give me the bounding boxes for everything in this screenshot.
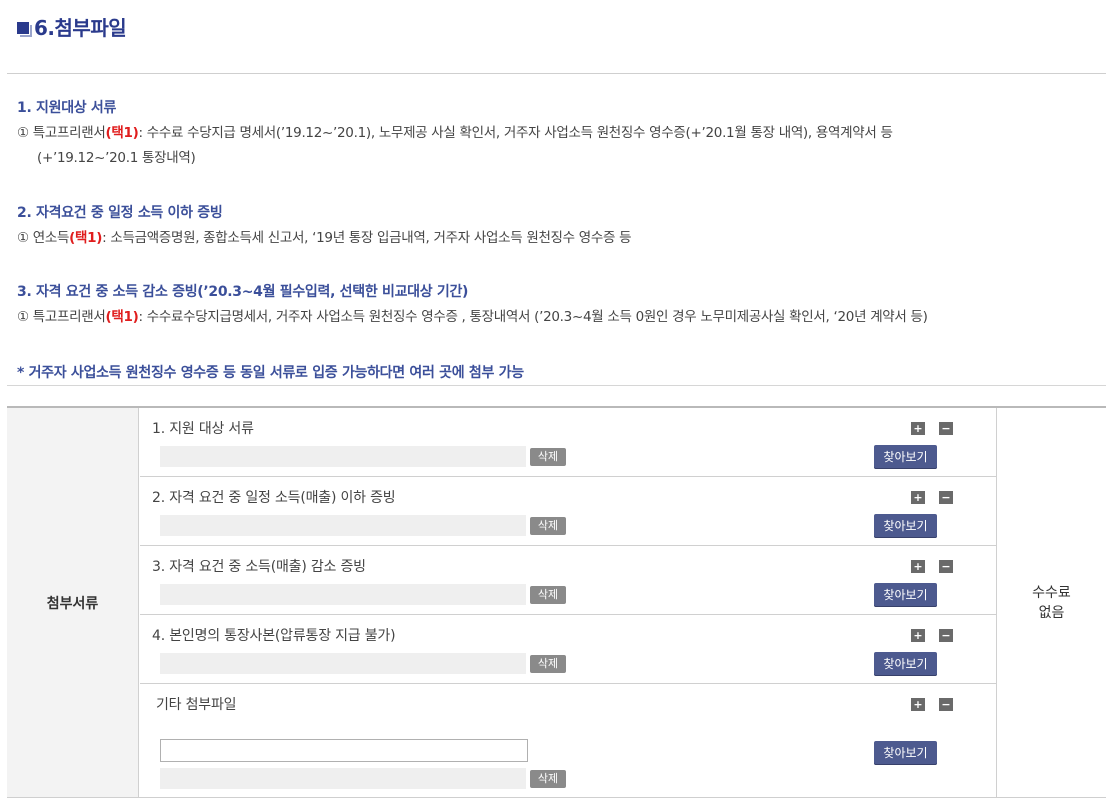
section-2: 2. 자격요건 중 일정 소득 이하 증빙 ① 연소득(택1): 소득금액증명원…: [17, 201, 632, 251]
choose-one-badge: (택1): [69, 230, 103, 246]
fee-label: 수수료: [1032, 584, 1071, 601]
delete-button[interactable]: 삭제: [530, 586, 566, 604]
section-continuation: (+’19.12~’20.1 통장내역): [37, 150, 196, 166]
remove-file-minus-icon[interactable]: −: [939, 698, 953, 711]
section-prefix: ① 특고프리랜서: [17, 125, 106, 141]
section-line: ① 특고프리랜서(택1): 수수료 수당지급 명세서(’19.12~’20.1)…: [17, 121, 893, 146]
add-file-plus-icon[interactable]: +: [911, 491, 925, 504]
attachment-row-1: 1. 지원 대상 서류 + − 삭제 찾아보기: [140, 408, 996, 477]
fee-value: 없음: [1038, 604, 1065, 621]
page-title: 6.첨부파일: [34, 16, 127, 40]
fee-cell: 수수료 없음: [996, 408, 1106, 797]
section-prefix: ① 특고프리랜서: [17, 309, 106, 325]
delete-button[interactable]: 삭제: [530, 655, 566, 673]
attachment-table: 첨부서류 1. 지원 대상 서류 + − 삭제 찾아보기 2. 자격 요건 중 …: [7, 406, 1106, 798]
add-file-plus-icon[interactable]: +: [911, 629, 925, 642]
section-text: : 수수료수당지급명세서, 거주자 사업소득 원천징수 영수증 , 통장내역서 …: [138, 309, 928, 325]
remove-file-minus-icon[interactable]: −: [939, 560, 953, 573]
section-text: : 수수료 수당지급 명세서(’19.12~’20.1), 노무제공 사실 확인…: [138, 125, 893, 141]
divider: [7, 385, 1106, 386]
row-label: 1. 지원 대상 서류: [152, 421, 254, 437]
divider: [7, 73, 1106, 74]
delete-button[interactable]: 삭제: [530, 517, 566, 535]
file-display-field: [160, 653, 526, 674]
file-display-field: [160, 768, 526, 789]
file-display-field: [160, 584, 526, 605]
browse-button[interactable]: 찾아보기: [874, 583, 937, 607]
row-label: 2. 자격 요건 중 일정 소득(매출) 이하 증빙: [152, 490, 396, 506]
row-label: 3. 자격 요건 중 소득(매출) 감소 증빙: [152, 559, 366, 575]
section-heading: 3. 자격 요건 중 소득 감소 증빙(’20.3~4월 필수입력, 선택한 비…: [17, 284, 469, 300]
choose-one-badge: (택1): [105, 125, 139, 141]
note-text: * 거주자 사업소득 원천징수 영수증 등 동일 서류로 입증 가능하다면 여러…: [17, 365, 524, 381]
attachment-header-cell: 첨부서류: [7, 408, 139, 797]
section-line: ① 연소득(택1): 소득금액증명원, 종합소득세 신고서, ‘19년 통장 입…: [17, 226, 632, 251]
row-label: 기타 첨부파일: [156, 697, 237, 713]
square-bullet-icon: [17, 21, 32, 37]
choose-one-badge: (택1): [105, 309, 139, 325]
section-heading: 2. 자격요건 중 일정 소득 이하 증빙: [17, 205, 223, 221]
file-display-field: [160, 515, 526, 536]
remove-file-minus-icon[interactable]: −: [939, 629, 953, 642]
delete-button[interactable]: 삭제: [530, 448, 566, 466]
attachment-row-4: 4. 본인명의 통장사본(압류통장 지급 불가) + − 삭제 찾아보기: [140, 615, 996, 684]
browse-button[interactable]: 찾아보기: [874, 514, 937, 538]
remove-file-minus-icon[interactable]: −: [939, 422, 953, 435]
attachment-row-2: 2. 자격 요건 중 일정 소득(매출) 이하 증빙 + − 삭제 찾아보기: [140, 477, 996, 546]
section-line: ① 특고프리랜서(택1): 수수료수당지급명세서, 거주자 사업소득 원천징수 …: [17, 305, 928, 330]
attachment-row-other: 기타 첨부파일 + − 찾아보기 삭제: [140, 684, 996, 797]
page-title-wrap: 6.첨부파일: [17, 12, 127, 41]
browse-button[interactable]: 찾아보기: [874, 741, 937, 765]
section-1: 1. 지원대상 서류 ① 특고프리랜서(택1): 수수료 수당지급 명세서(’1…: [17, 96, 893, 171]
row-label: 4. 본인명의 통장사본(압류통장 지급 불가): [152, 628, 396, 644]
browse-button[interactable]: 찾아보기: [874, 652, 937, 676]
section-3: 3. 자격 요건 중 소득 감소 증빙(’20.3~4월 필수입력, 선택한 비…: [17, 280, 928, 330]
add-file-plus-icon[interactable]: +: [911, 698, 925, 711]
file-display-field: [160, 446, 526, 467]
file-name-input[interactable]: [160, 739, 528, 762]
section-heading: 1. 지원대상 서류: [17, 100, 117, 116]
browse-button[interactable]: 찾아보기: [874, 445, 937, 469]
remove-file-minus-icon[interactable]: −: [939, 491, 953, 504]
section-text: : 소득금액증명원, 종합소득세 신고서, ‘19년 통장 입금내역, 거주자 …: [102, 230, 632, 246]
delete-button[interactable]: 삭제: [530, 770, 566, 788]
attachment-row-3: 3. 자격 요건 중 소득(매출) 감소 증빙 + − 삭제 찾아보기: [140, 546, 996, 615]
add-file-plus-icon[interactable]: +: [911, 560, 925, 573]
add-file-plus-icon[interactable]: +: [911, 422, 925, 435]
section-prefix: ① 연소득: [17, 230, 70, 246]
